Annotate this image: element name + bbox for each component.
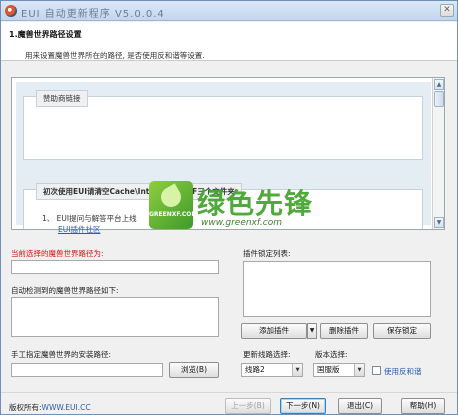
sponsor-panel: 赞助商链接 bbox=[23, 90, 423, 160]
updater-window: EUI 自动更新程序 V5.0.0.4 ✕ 1.魔兽世界路径设置 用来设置魔兽世… bbox=[0, 0, 458, 415]
version-select[interactable]: 国服版 ▼ bbox=[313, 363, 365, 377]
greenxf-logo-icon: GREENXF.COM bbox=[149, 181, 197, 229]
next-step-button[interactable]: 下一步(N) bbox=[280, 398, 326, 414]
footer-divider bbox=[1, 392, 457, 393]
scroll-thumb[interactable] bbox=[434, 91, 444, 107]
window-title: EUI 自动更新程序 V5.0.0.4 bbox=[21, 9, 165, 20]
previous-step-button[interactable]: 上一步(B) bbox=[225, 398, 271, 414]
version-label: 版本选择: bbox=[315, 350, 348, 359]
watermark-url: www.greenxf.com bbox=[201, 218, 282, 228]
route-select-value: 线路2 bbox=[245, 365, 265, 374]
greenxf-watermark: GREENXF.COM 绿色先锋 www.greenxf.com bbox=[149, 181, 319, 233]
title-bar[interactable]: EUI 自动更新程序 V5.0.0.4 ✕ bbox=[1, 1, 457, 21]
save-lock-button[interactable]: 保存锁定 bbox=[373, 323, 431, 339]
sponsor-caption: 赞助商链接 bbox=[36, 90, 88, 107]
plugin-lock-label: 插件锁定列表: bbox=[243, 249, 291, 258]
eui-website-link[interactable]: WWW.EUI.CC bbox=[42, 403, 91, 412]
current-path-label: 当前选择的魔兽世界路径为: bbox=[11, 249, 104, 258]
version-select-value: 国服版 bbox=[317, 365, 340, 374]
route-label: 更新线路选择: bbox=[243, 350, 291, 359]
scroll-down-icon[interactable]: ▼ bbox=[434, 217, 444, 228]
copyright-prefix: 版权所有: bbox=[9, 403, 42, 412]
watermark-tile-text: GREENXF.COM bbox=[149, 211, 198, 218]
chevron-down-icon[interactable]: ▼ bbox=[292, 364, 302, 376]
browser-scrollbar[interactable]: ▲ ▼ bbox=[432, 78, 444, 229]
step-description: 用来设置魔兽世界所在的路径, 是否使用反和谐等设置. bbox=[25, 51, 205, 60]
copyright: 版权所有:WWW.EUI.CC bbox=[9, 402, 91, 413]
close-button[interactable]: ✕ bbox=[440, 4, 454, 17]
detected-paths-label: 自动检测到的魔兽世界路径如下: bbox=[11, 286, 119, 295]
browse-button[interactable]: 浏览(B) bbox=[169, 362, 219, 378]
manual-path-label: 手工指定魔兽世界的安装路径: bbox=[11, 350, 112, 359]
chevron-down-icon[interactable]: ▼ bbox=[354, 364, 364, 376]
help-button[interactable]: 帮助(H) bbox=[401, 398, 445, 414]
current-path-field[interactable] bbox=[11, 260, 219, 274]
leaf-icon bbox=[157, 183, 185, 211]
exit-button[interactable]: 退出(C) bbox=[338, 398, 382, 414]
add-plugin-button[interactable]: 添加插件 bbox=[241, 323, 307, 339]
manual-path-input[interactable] bbox=[11, 363, 163, 377]
step-title: 1.魔兽世界路径设置 bbox=[9, 30, 82, 39]
watermark-brand: 绿色先锋 bbox=[197, 187, 314, 220]
notice-line-1[interactable]: 1、 EUI提问与解答平台上线 bbox=[42, 213, 137, 224]
anti-harmony-checkbox[interactable] bbox=[372, 366, 381, 375]
delete-plugin-button[interactable]: 删除插件 bbox=[320, 323, 368, 339]
add-plugin-dropdown-icon[interactable]: ▼ bbox=[307, 323, 317, 339]
step-header: 1.魔兽世界路径设置 用来设置魔兽世界所在的路径, 是否使用反和谐等设置. bbox=[1, 22, 457, 61]
detected-paths-list[interactable] bbox=[11, 297, 219, 337]
anti-harmony-label[interactable]: 使用反和谐 bbox=[384, 366, 422, 377]
route-select[interactable]: 线路2 ▼ bbox=[241, 363, 303, 377]
plugin-lock-list[interactable] bbox=[243, 261, 431, 317]
notice-link-community[interactable]: EUI插件社区 bbox=[58, 224, 100, 235]
scroll-up-icon[interactable]: ▲ bbox=[434, 79, 444, 90]
eui-app-icon bbox=[5, 5, 17, 17]
